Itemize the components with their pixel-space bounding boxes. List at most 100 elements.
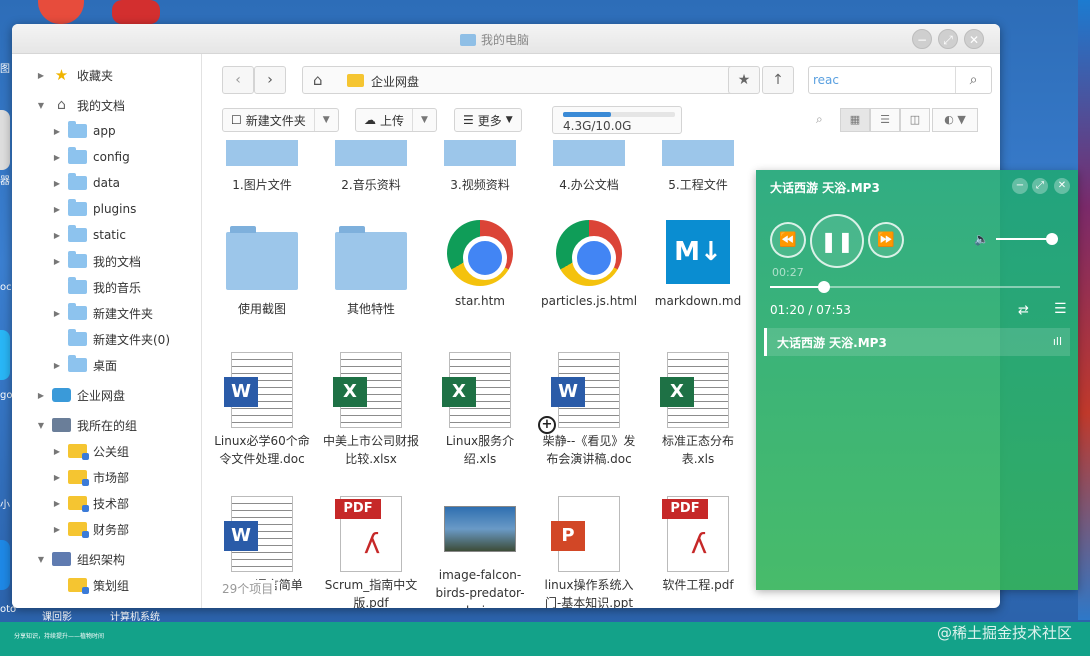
- previous-button[interactable]: ⏪: [770, 222, 806, 258]
- favorite-star-button[interactable]: ★: [728, 66, 760, 94]
- volume-knob[interactable]: [1046, 233, 1058, 245]
- sidebar-item-marketing[interactable]: ▶ 市场部: [52, 466, 129, 488]
- sidebar-item-config[interactable]: ▶ config: [52, 146, 130, 168]
- sidebar-item-plugins[interactable]: ▶ plugins: [52, 198, 136, 220]
- chevron-down-icon[interactable]: ▼: [412, 109, 428, 131]
- sidebar-item-app[interactable]: ▶ app: [52, 120, 116, 142]
- file-item[interactable]: 其他特性: [321, 226, 421, 318]
- zoom-icon[interactable]: ⌕: [816, 112, 823, 127]
- theme-button[interactable]: ◐ ▼: [932, 108, 978, 132]
- new-folder-button[interactable]: ☐ 新建文件夹 ▼: [222, 108, 339, 132]
- sidebar-item-my-groups[interactable]: ▼ 我所在的组: [36, 414, 137, 436]
- player-close-button[interactable]: ✕: [1054, 178, 1070, 194]
- collapse-icon[interactable]: ▼: [36, 101, 46, 110]
- sidebar-item-label: 技术部: [93, 496, 130, 511]
- file-item[interactable]: particles.js.html: [539, 220, 639, 310]
- expand-icon[interactable]: ▶: [52, 179, 62, 188]
- address-bar[interactable]: ⌂ 企业网盘: [302, 66, 736, 94]
- file-item[interactable]: X 中美上市公司财报比较.xlsx: [321, 352, 421, 468]
- desktop-app-icon-5[interactable]: [0, 540, 10, 590]
- player-maximize-button[interactable]: ⤢: [1032, 178, 1048, 194]
- expand-icon[interactable]: ▶: [52, 153, 62, 162]
- address-path[interactable]: 企业网盘: [371, 73, 419, 90]
- sidebar-item-new-folder-0[interactable]: 新建文件夹(0): [52, 328, 170, 350]
- volume-slider[interactable]: [996, 238, 1052, 240]
- file-item[interactable]: 3.视频资料: [430, 140, 530, 194]
- sidebar-item-finance[interactable]: ▶ 财务部: [52, 518, 129, 540]
- desktop-app-icon-4[interactable]: [0, 330, 10, 380]
- sidebar-item-my-music[interactable]: 我的音乐: [52, 276, 141, 298]
- upload-button[interactable]: ☁ 上传 ▼: [355, 108, 437, 132]
- expand-icon[interactable]: ▶: [36, 71, 46, 80]
- desktop-app-icon-3[interactable]: [0, 110, 10, 170]
- expand-icon[interactable]: ▶: [52, 127, 62, 136]
- sidebar-item-new-folder[interactable]: ▶ 新建文件夹: [52, 302, 153, 324]
- file-item[interactable]: P linux操作系统入门-基本知识.ppt: [539, 496, 639, 608]
- forward-button[interactable]: ›: [254, 66, 286, 94]
- search-input[interactable]: reac: [813, 73, 839, 87]
- sidebar-item-my-documents[interactable]: ▼ ⌂ 我的文档: [36, 94, 125, 116]
- expand-icon[interactable]: ▶: [52, 257, 62, 266]
- playlist-item[interactable]: 大话西游 天浴.MP3 ıll: [764, 328, 1070, 356]
- file-item[interactable]: image-falcon-birds-predator-sky.jpg: [430, 496, 530, 608]
- progress-knob[interactable]: [818, 281, 830, 293]
- view-grid-button[interactable]: ▦: [840, 108, 870, 132]
- file-item[interactable]: PDF ʎ Scrum_指南中文版.pdf: [321, 496, 421, 608]
- file-item[interactable]: W 柴静--《看见》发布会演讲稿.doc: [539, 352, 639, 468]
- player-minimize-button[interactable]: −: [1012, 178, 1028, 194]
- sidebar-item-tech[interactable]: ▶ 技术部: [52, 492, 129, 514]
- file-item[interactable]: 2.音乐资料: [321, 140, 421, 194]
- view-list-button[interactable]: ☰: [870, 108, 900, 132]
- collapse-icon[interactable]: ▼: [36, 555, 46, 564]
- search-box[interactable]: reac ⌕: [808, 66, 992, 94]
- more-button[interactable]: ☰ 更多 ▼: [454, 108, 522, 132]
- back-button[interactable]: ‹: [222, 66, 254, 94]
- sidebar-item-data[interactable]: ▶ data: [52, 172, 120, 194]
- next-button[interactable]: ⏩: [868, 222, 904, 258]
- file-item[interactable]: X Linux服务介绍.xls: [430, 352, 530, 468]
- expand-icon[interactable]: ▶: [52, 525, 62, 534]
- file-item[interactable]: W Linux必学60个命令文件处理.doc: [212, 352, 312, 468]
- loop-icon[interactable]: ⇄: [1018, 303, 1029, 318]
- sidebar-item-static[interactable]: ▶ static: [52, 224, 126, 246]
- sidebar-item-planning[interactable]: 策划组: [52, 574, 129, 596]
- view-split-button[interactable]: ◫: [900, 108, 930, 132]
- expand-icon[interactable]: ▶: [52, 205, 62, 214]
- expand-icon[interactable]: ▶: [36, 391, 46, 400]
- file-item[interactable]: PDF ʎ 软件工程.pdf: [648, 496, 748, 594]
- file-item[interactable]: 1.图片文件: [212, 140, 312, 194]
- sidebar-item-enterprise-disk[interactable]: ▶ 企业网盘: [36, 384, 125, 406]
- file-item[interactable]: 4.办公文档: [539, 140, 639, 194]
- desktop-app-icon-1[interactable]: [38, 0, 84, 24]
- expand-icon[interactable]: ▶: [52, 231, 62, 240]
- file-item[interactable]: 5.工程文件: [648, 140, 748, 194]
- expand-icon[interactable]: ▶: [52, 473, 62, 482]
- sidebar-item-my-docs-folder[interactable]: ▶ 我的文档: [52, 250, 141, 272]
- home-icon[interactable]: ⌂: [313, 71, 323, 89]
- sidebar-item-org[interactable]: ▼ 组织架构: [36, 548, 125, 570]
- maximize-button[interactable]: ⤢: [938, 29, 958, 49]
- volume-icon[interactable]: 🔈: [974, 232, 989, 246]
- sidebar-item-favorites[interactable]: ▶ ★ 收藏夹: [36, 64, 113, 86]
- expand-icon[interactable]: ▶: [52, 361, 62, 370]
- chevron-down-icon[interactable]: ▼: [313, 109, 330, 131]
- pause-button[interactable]: ❚❚: [810, 214, 864, 268]
- file-item[interactable]: X 标准正态分布表.xls: [648, 352, 748, 468]
- sidebar-item-pr-group[interactable]: ▶ 公关组: [52, 440, 129, 462]
- sidebar-item-desktop[interactable]: ▶ 桌面: [52, 354, 117, 376]
- progress-track[interactable]: [770, 286, 1060, 288]
- expand-icon[interactable]: ▶: [52, 447, 62, 456]
- minimize-button[interactable]: −: [912, 29, 932, 49]
- expand-icon[interactable]: ▶: [52, 499, 62, 508]
- playlist-icon[interactable]: ☰: [1054, 301, 1067, 317]
- file-item[interactable]: 使用截图: [212, 226, 312, 318]
- desktop-app-icon-2[interactable]: [112, 0, 160, 24]
- up-button[interactable]: ↑: [762, 66, 794, 94]
- file-item[interactable]: star.htm: [430, 220, 530, 310]
- search-icon[interactable]: ⌕: [955, 67, 991, 93]
- file-item[interactable]: M↓ markdown.md: [648, 220, 748, 310]
- collapse-icon[interactable]: ▼: [36, 421, 46, 430]
- close-button[interactable]: ✕: [964, 29, 984, 49]
- window-titlebar[interactable]: 我的电脑 − ⤢ ✕: [12, 24, 1000, 54]
- expand-icon[interactable]: ▶: [52, 309, 62, 318]
